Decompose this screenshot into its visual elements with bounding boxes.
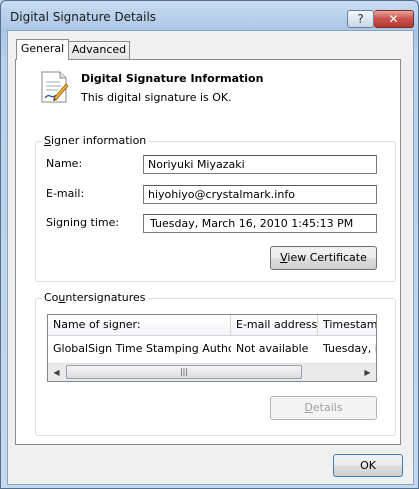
signature-status: This digital signature is OK. (81, 91, 232, 104)
header-title: Digital Signature Information (81, 72, 264, 85)
title-bar[interactable]: Digital Signature Details ? ✕ (1, 1, 418, 31)
scroll-right-arrow-icon[interactable]: ▶ (359, 364, 376, 381)
horizontal-scrollbar[interactable]: ◀ ||| ▶ (48, 363, 376, 381)
scroll-left-arrow-icon[interactable]: ◀ (48, 364, 65, 381)
email-field[interactable]: hiyohiyo@crystalmark.info (143, 185, 377, 204)
email-label: E-mail: (46, 187, 85, 200)
column-header-timestamp[interactable]: Timestamp (318, 315, 376, 336)
close-button[interactable]: ✕ (374, 10, 414, 28)
name-label: Name: (46, 157, 83, 170)
list-row-email[interactable]: Not available (231, 341, 318, 357)
list-row-signer-name[interactable]: GlobalSign Time Stamping Authority (48, 341, 231, 357)
ok-button[interactable]: OK (333, 454, 403, 477)
signed-document-icon (41, 71, 69, 103)
column-header-name-of-signer[interactable]: Name of signer: (48, 315, 231, 336)
column-header-email-address[interactable]: E-mail address: (231, 315, 318, 336)
name-field[interactable]: Noriyuki Miyazaki (143, 155, 377, 174)
countersignatures-legend: Countersignatures (42, 291, 148, 304)
tab-advanced[interactable]: Advanced (68, 41, 130, 60)
dialog-window: Digital Signature Details ? ✕ General Ad… (0, 0, 419, 489)
tab-general[interactable]: General (16, 39, 69, 60)
signer-information-legend: Signer information (42, 134, 149, 147)
details-button[interactable]: Details (270, 396, 377, 420)
general-tab-panel: Digital Signature Information This digit… (15, 59, 401, 445)
list-row-timestamp[interactable]: Tuesday, M (318, 341, 376, 357)
signing-time-field[interactable]: Tuesday, March 16, 2010 1:45:13 PM (143, 214, 377, 233)
help-button[interactable]: ? (347, 10, 374, 28)
signing-time-label: Signing time: (46, 216, 120, 229)
scrollbar-thumb[interactable]: ||| (66, 365, 302, 379)
dialog-body: General Advanced Digital Signature Infor… (7, 30, 414, 485)
window-title: Digital Signature Details (10, 10, 157, 24)
view-certificate-button[interactable]: View Certificate (270, 246, 377, 270)
countersignatures-list[interactable]: Name of signer: E-mail address: Timestam… (47, 314, 377, 382)
